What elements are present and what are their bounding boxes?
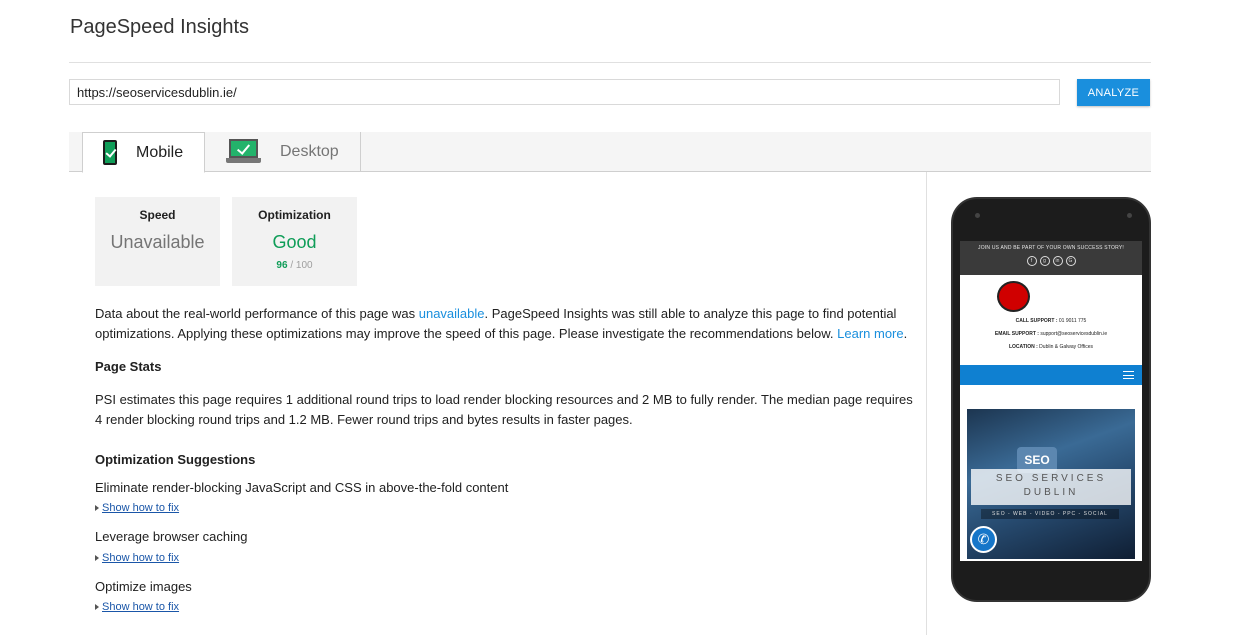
suggestion-title-render-blocking: Eliminate render-blocking JavaScript and… <box>95 480 509 495</box>
preview-navbar <box>960 365 1142 385</box>
preview-call-support: CALL SUPPORT : 01 9011 775 <box>1015 318 1087 324</box>
page-stats-heading: Page Stats <box>95 359 162 374</box>
hamburger-menu-icon <box>1123 371 1134 379</box>
tab-mobile[interactable]: Mobile <box>82 132 205 173</box>
google-plus-icon: g <box>1039 256 1050 266</box>
hero-services-strip: SEO - WEB - VIDEO - PPC - SOCIAL <box>981 509 1119 519</box>
device-speaker-icon <box>975 213 980 218</box>
hero-title: SEO SERVICES DUBLIN <box>971 469 1131 505</box>
preview-hero-image: SEO SEO SERVICES DUBLIN SEO - WEB - VIDEO… <box>967 409 1135 559</box>
preview-location: LOCATION : Dublin & Galway Offices <box>1008 344 1093 350</box>
show-how-to-fix-link[interactable]: Show how to fix <box>95 601 179 613</box>
site-logo <box>997 281 1030 312</box>
mobile-preview-device: JOIN US AND BE PART OF YOUR OWN SUCCESS … <box>951 197 1151 602</box>
summary-paragraph: Data about the real-world performance of… <box>95 306 908 341</box>
optimization-score-card: Optimization Good 96 / 100 <box>232 197 357 286</box>
speed-score-value: Unavailable <box>110 232 205 252</box>
unavailable-link[interactable]: unavailable <box>419 306 485 321</box>
tab-mobile-label: Mobile <box>136 144 184 161</box>
tab-desktop-label: Desktop <box>280 143 339 160</box>
expand-triangle-icon <box>95 555 99 561</box>
phone-call-icon: ✆ <box>970 526 997 553</box>
url-input[interactable] <box>69 79 1060 105</box>
speed-score-title: Speed <box>139 208 176 222</box>
optimization-score-number: 96 / 100 <box>276 260 313 271</box>
preview-topbar: JOIN US AND BE PART OF YOUR OWN SUCCESS … <box>960 241 1142 275</box>
device-camera-icon <box>1127 213 1132 218</box>
results-divider <box>926 172 927 635</box>
mobile-preview-screenshot: JOIN US AND BE PART OF YOUR OWN SUCCESS … <box>960 241 1142 561</box>
linkedin-icon: in <box>1052 256 1063 266</box>
speed-score-card: Speed Unavailable <box>95 197 220 286</box>
preview-email-support: EMAIL SUPPORT : support@seoservicesdubli… <box>994 331 1108 337</box>
optimization-score-value: Good <box>272 232 317 252</box>
device-tab-bar: Mobile Desktop <box>69 132 1151 173</box>
suggestion-title-optimize-images: Optimize images <box>95 579 192 594</box>
optimization-suggestions-heading: Optimization Suggestions <box>95 452 256 467</box>
mobile-phone-check-icon <box>103 140 117 165</box>
tab-desktop[interactable]: Desktop <box>205 132 361 172</box>
google-icon: G <box>1065 256 1076 266</box>
analyze-button[interactable]: ANALYZE <box>1077 79 1150 106</box>
learn-more-link[interactable]: Learn more <box>837 326 903 341</box>
page-title: PageSpeed Insights <box>70 16 250 38</box>
show-how-to-fix-link[interactable]: Show how to fix <box>95 552 179 564</box>
page-stats-text: PSI estimates this page requires 1 addit… <box>95 392 913 427</box>
suggestion-title-browser-caching: Leverage browser caching <box>95 529 248 544</box>
laptop-check-icon <box>226 139 261 164</box>
expand-triangle-icon <box>95 604 99 610</box>
title-divider <box>69 62 1151 63</box>
facebook-icon: f <box>1026 256 1037 266</box>
expand-triangle-icon <box>95 505 99 511</box>
optimization-score-title: Optimization <box>258 208 331 222</box>
show-how-to-fix-link[interactable]: Show how to fix <box>95 502 179 514</box>
